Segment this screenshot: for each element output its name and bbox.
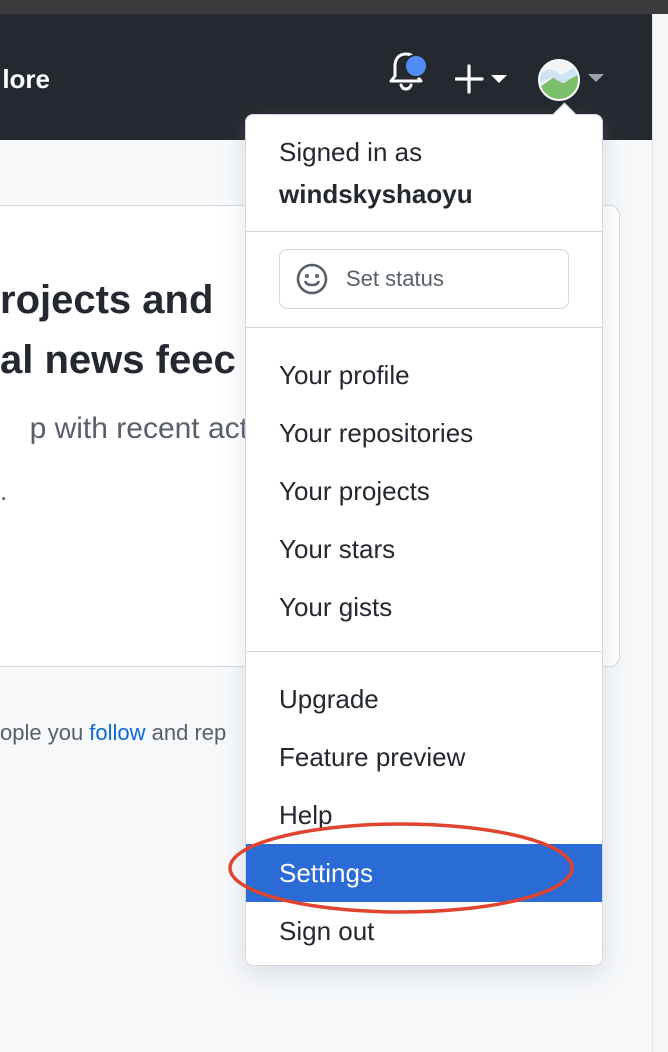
set-status-label: Set status [346, 266, 444, 291]
menu-item-help[interactable]: Help [246, 786, 602, 844]
follow-hint-prefix: ople you [0, 720, 90, 745]
card-heading-line2: al news feec [0, 338, 236, 382]
follow-link[interactable]: follow [89, 720, 145, 745]
username: windskyshaoyu [279, 179, 473, 209]
menu-item-your-projects[interactable]: Your projects [246, 462, 602, 520]
smiley-icon [296, 263, 328, 295]
user-dropdown-menu: Signed in as windskyshaoyu Set status Yo… [245, 114, 603, 966]
divider [246, 327, 602, 328]
menu-item-sign-out[interactable]: Sign out [246, 902, 602, 960]
card-heading-line1: rojects and [0, 278, 214, 322]
menu-item-upgrade[interactable]: Upgrade [246, 670, 602, 728]
nav-explore-link[interactable]: lore [0, 64, 50, 95]
card-trailing-text: . [0, 476, 8, 506]
menu-item-your-gists[interactable]: Your gists [246, 578, 602, 636]
follow-hint-suffix: and rep [145, 720, 227, 745]
set-status-button[interactable]: Set status [279, 249, 569, 309]
chevron-down-icon[interactable] [588, 74, 604, 82]
avatar[interactable] [538, 59, 580, 101]
signed-in-label: Signed in as [279, 137, 423, 167]
menu-item-your-repositories[interactable]: Your repositories [246, 404, 602, 462]
scrollbar-track[interactable] [652, 14, 668, 1052]
avatar-image-icon [540, 61, 578, 99]
menu-item-your-profile[interactable]: Your profile [246, 346, 602, 404]
notification-indicator [404, 54, 428, 78]
follow-hint: ople you follow and rep [0, 720, 248, 746]
browser-top-strip [0, 0, 668, 14]
menu-item-your-stars[interactable]: Your stars [246, 520, 602, 578]
plus-icon[interactable] [455, 62, 511, 96]
divider [246, 231, 602, 232]
divider [246, 651, 602, 652]
menu-item-feature-preview[interactable]: Feature preview [246, 728, 602, 786]
card-subtitle: p with recent act [29, 412, 248, 445]
menu-item-settings[interactable]: Settings [246, 844, 602, 902]
